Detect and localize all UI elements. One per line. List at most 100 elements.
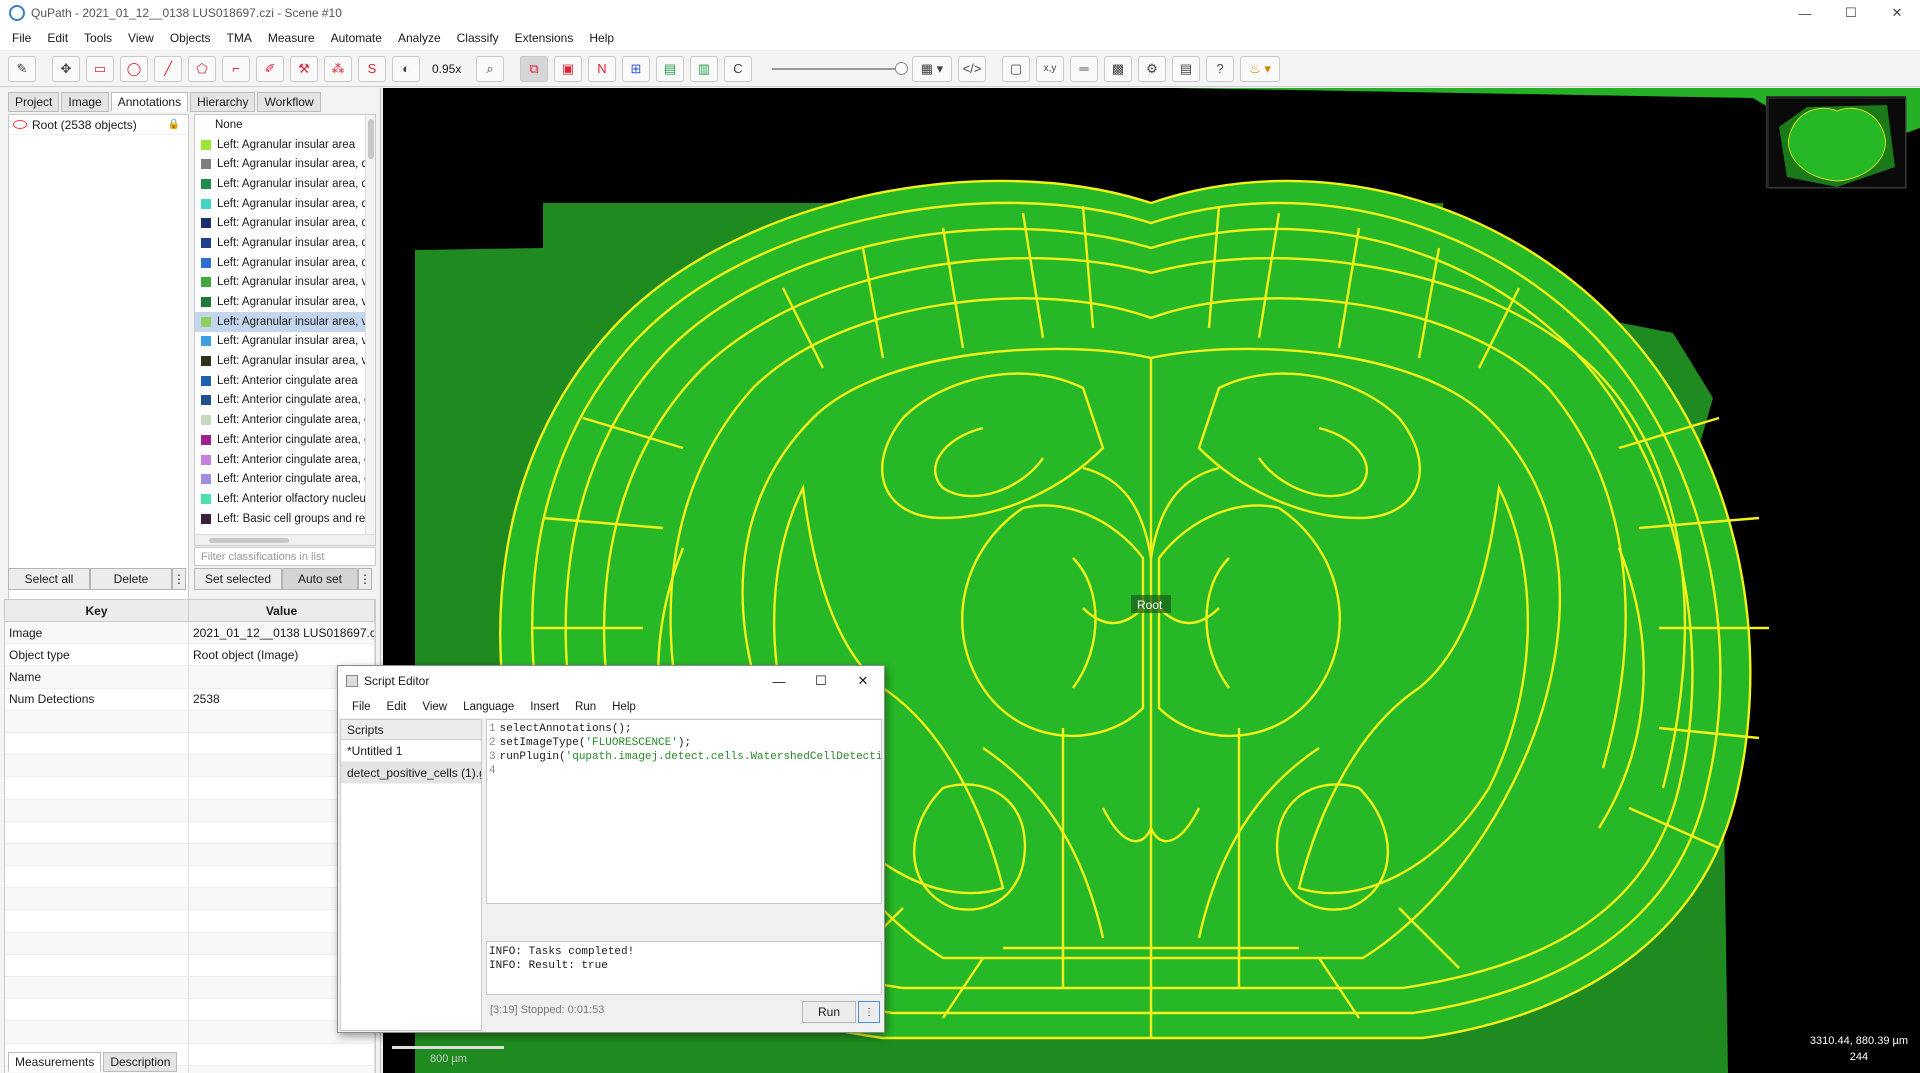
- classification-list[interactable]: None Left: Agranular insular area Left: Ag…: [194, 114, 376, 546]
- line-tool-icon[interactable]: ╱: [154, 55, 182, 82]
- script-menu-file[interactable]: File: [352, 701, 371, 713]
- menu-view[interactable]: View: [128, 31, 154, 45]
- rectangle-tool-icon[interactable]: ▭: [86, 55, 114, 82]
- tab-measurements[interactable]: Measurements: [8, 1052, 102, 1072]
- classification-item[interactable]: Left: Anterior cingulate area, c: [195, 391, 375, 411]
- classification-item[interactable]: Left: Agranular insular area, v: [195, 273, 375, 293]
- classification-item[interactable]: Left: Agranular insular area, d: [195, 194, 375, 214]
- extensions-dropdown-icon[interactable]: ♨ ▾: [1240, 55, 1280, 82]
- tab-image[interactable]: Image: [61, 92, 109, 112]
- zoom-to-fit-icon[interactable]: ⌕: [476, 55, 504, 82]
- menu-file[interactable]: File: [12, 31, 31, 45]
- cursor-location-button[interactable]: x,y: [1036, 55, 1064, 82]
- script-menu-run[interactable]: Run: [575, 701, 596, 713]
- script-item-detect-positive-cells[interactable]: detect_positive_cells (1).groovy: [341, 762, 481, 784]
- table-row[interactable]: [5, 1021, 375, 1044]
- classification-item[interactable]: Left: Anterior cingulate area, c: [195, 450, 375, 470]
- minimize-button[interactable]: —: [1782, 0, 1828, 26]
- script-editor-icon[interactable]: </>: [958, 55, 986, 82]
- brightness-contrast-icon[interactable]: ◐: [392, 55, 420, 82]
- table-row[interactable]: Image2021_01_12__0138 LUS018697.czi ...: [5, 622, 375, 645]
- classification-item[interactable]: Left: Basic cell groups and reg: [195, 509, 375, 529]
- annotation-more-button[interactable]: ⋮: [172, 568, 186, 590]
- table-row[interactable]: [5, 910, 375, 933]
- classification-item[interactable]: Left: Agranular insular area: [195, 135, 375, 155]
- tab-project[interactable]: Project: [8, 92, 60, 112]
- class-more-button[interactable]: ⋮: [358, 568, 372, 590]
- pixel-grid-icon[interactable]: ▩: [1104, 55, 1132, 82]
- key-column-header[interactable]: Key: [5, 600, 189, 621]
- auto-set-button[interactable]: Auto set: [282, 568, 358, 590]
- classification-item[interactable]: Left: Agranular insular area, d: [195, 253, 375, 273]
- brush-tool-icon[interactable]: ✎: [8, 55, 36, 82]
- fill-detections-icon[interactable]: ▥: [690, 55, 718, 82]
- script-menu-edit[interactable]: Edit: [387, 701, 407, 713]
- selection-mode-button[interactable]: S: [358, 55, 386, 82]
- menu-edit[interactable]: Edit: [47, 31, 68, 45]
- run-button[interactable]: Run: [802, 1001, 856, 1023]
- menu-objects[interactable]: Objects: [170, 31, 211, 45]
- table-row[interactable]: [5, 843, 375, 867]
- menu-measure[interactable]: Measure: [268, 31, 315, 45]
- classification-item[interactable]: Left: Agranular insular area, d: [195, 174, 375, 194]
- fill-annotations-icon[interactable]: ▣: [554, 55, 582, 82]
- show-tma-grid-icon[interactable]: ⊞: [622, 55, 650, 82]
- classification-item[interactable]: Left: Anterior cingulate area, c: [195, 410, 375, 430]
- code-editor[interactable]: 1 selectAnnotations(); 2 setImageType('FLUO…: [486, 719, 882, 904]
- value-column-header[interactable]: Value: [189, 600, 375, 621]
- table-row[interactable]: [5, 866, 375, 889]
- classification-item[interactable]: Left: Agranular insular area, v: [195, 292, 375, 312]
- show-detections-icon[interactable]: ▤: [656, 55, 684, 82]
- menu-tools[interactable]: Tools: [84, 31, 112, 45]
- script-minimize-button[interactable]: —: [758, 666, 800, 696]
- menu-classify[interactable]: Classify: [457, 31, 499, 45]
- points-tool-icon[interactable]: ⁂: [324, 55, 352, 82]
- show-annotations-icon[interactable]: ⧉: [520, 55, 548, 82]
- menu-extensions[interactable]: Extensions: [515, 31, 574, 45]
- table-row[interactable]: [5, 932, 375, 955]
- move-tool-icon[interactable]: ✥: [52, 55, 80, 82]
- script-item-untitled[interactable]: *Untitled 1: [341, 740, 481, 762]
- tab-description[interactable]: Description: [103, 1052, 178, 1072]
- tab-workflow[interactable]: Workflow: [257, 92, 321, 112]
- root-object-row[interactable]: Root (2538 objects) 🔒: [9, 115, 188, 135]
- menu-analyze[interactable]: Analyze: [398, 31, 441, 45]
- wand-tool-icon[interactable]: ⚒: [290, 55, 318, 82]
- script-close-button[interactable]: ✕: [842, 666, 884, 696]
- show-names-button[interactable]: N: [588, 55, 616, 82]
- opacity-slider-knob[interactable]: [895, 61, 908, 75]
- table-row[interactable]: [5, 710, 375, 733]
- classification-item[interactable]: Left: Agranular insular area, v: [195, 311, 375, 332]
- measurement-table-icon[interactable]: ▦ ▾: [912, 55, 952, 82]
- table-row[interactable]: [5, 888, 375, 911]
- classification-item[interactable]: Left: Anterior cingulate area, c: [195, 469, 375, 489]
- table-row[interactable]: Num Detections 2538: [5, 688, 375, 711]
- classification-item[interactable]: Left: Agranular insular area, d: [195, 213, 375, 233]
- set-selected-button[interactable]: Set selected: [194, 568, 282, 590]
- table-row[interactable]: [5, 799, 375, 822]
- overview-thumbnail[interactable]: [1766, 96, 1907, 189]
- table-row[interactable]: [5, 954, 375, 977]
- class-list-scrollbar[interactable]: [365, 115, 375, 545]
- classification-item[interactable]: Left: Anterior cingulate area, c: [195, 430, 375, 450]
- polygon-tool-icon[interactable]: ⬠: [188, 55, 216, 82]
- overview-icon[interactable]: ▢: [1002, 55, 1030, 82]
- brush-annotation-icon[interactable]: ✐: [256, 55, 284, 82]
- polyline-tool-icon[interactable]: ⌐: [222, 55, 250, 82]
- class-filter-input[interactable]: Filter classifications in list: [194, 547, 376, 566]
- scripts-list[interactable]: Scripts *Untitled 1 detect_positive_cell…: [340, 719, 482, 1031]
- select-all-button[interactable]: Select all: [8, 568, 90, 590]
- classification-item[interactable]: Left: Agranular insular area, d: [195, 154, 375, 174]
- scalebar-icon[interactable]: ═: [1070, 55, 1098, 82]
- ellipse-tool-icon[interactable]: ◯: [120, 55, 148, 82]
- script-menu-insert[interactable]: Insert: [530, 701, 559, 713]
- table-row[interactable]: [5, 732, 375, 756]
- table-row[interactable]: Name: [5, 666, 375, 689]
- classification-item[interactable]: Left: Anterior cingulate area: [195, 371, 375, 391]
- classification-item[interactable]: Left: Agranular insular area, d: [195, 233, 375, 253]
- show-connections-button[interactable]: C: [724, 55, 752, 82]
- script-maximize-button[interactable]: ☐: [800, 666, 842, 696]
- table-row[interactable]: [5, 977, 375, 1000]
- maximize-button[interactable]: ☐: [1828, 0, 1874, 26]
- table-row[interactable]: [5, 755, 375, 778]
